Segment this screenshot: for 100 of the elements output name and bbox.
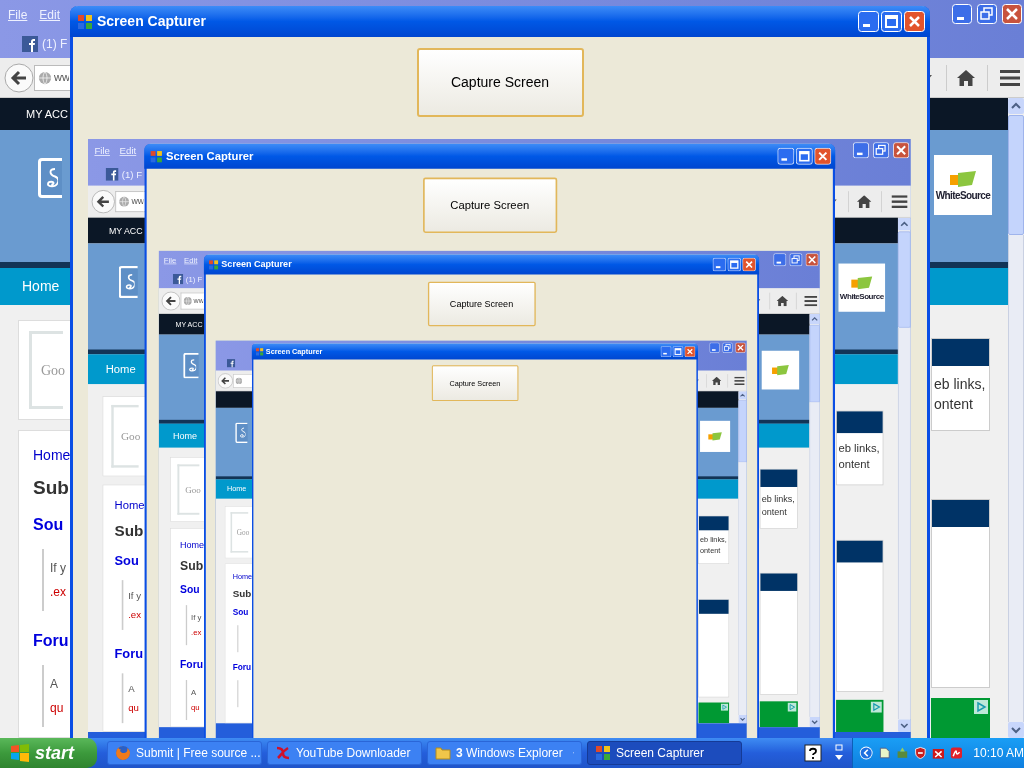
scroll-thumb[interactable] <box>738 400 747 463</box>
text-link[interactable]: .ex <box>128 607 142 622</box>
capture-screen-button[interactable]: Capture Screen <box>422 177 557 233</box>
home-icon[interactable] <box>957 69 975 86</box>
close-button[interactable] <box>893 142 910 159</box>
breadcrumb-link[interactable]: Home <box>180 538 205 552</box>
nav-link[interactable]: Home <box>105 360 136 378</box>
scroll-down-button[interactable] <box>897 719 911 732</box>
close-button[interactable] <box>805 253 819 267</box>
back-button[interactable] <box>217 372 234 389</box>
taskbar-item[interactable]: 3 Windows Explorer <box>427 741 582 765</box>
back-button[interactable] <box>91 189 116 214</box>
ad-banner[interactable] <box>698 702 730 724</box>
text-link[interactable]: .ex <box>50 582 66 601</box>
scroll-down-button[interactable] <box>1008 722 1024 738</box>
address-field[interactable]: ww <box>115 190 144 212</box>
text-link[interactable]: qu <box>128 700 139 715</box>
close-button[interactable] <box>904 11 925 32</box>
sponsor-logo[interactable] <box>700 420 731 452</box>
sponsor-logo[interactable]: WhiteSource <box>934 155 992 215</box>
sidebar-text: eb links, <box>761 492 796 506</box>
scroll-thumb[interactable] <box>897 231 911 328</box>
minimize-button[interactable] <box>852 142 869 159</box>
search-box[interactable]: Goo <box>111 404 139 468</box>
site-logo[interactable] <box>38 158 62 198</box>
minimize-button[interactable] <box>709 342 720 353</box>
restore-button[interactable] <box>977 4 997 24</box>
search-box[interactable]: Goo <box>29 331 63 409</box>
maximize-button[interactable] <box>795 147 813 165</box>
menu-icon[interactable] <box>734 376 745 385</box>
minimize-button[interactable] <box>660 346 672 358</box>
sponsor-logo[interactable] <box>761 350 800 390</box>
menu-icon[interactable] <box>804 295 818 306</box>
reader-icon[interactable] <box>949 745 963 761</box>
ad-banner[interactable] <box>836 700 884 732</box>
site-logo[interactable] <box>235 422 248 444</box>
maximize-button[interactable] <box>672 346 684 358</box>
browser-icon <box>115 745 131 761</box>
paragraph-text: A <box>128 681 135 696</box>
note-icon[interactable] <box>878 745 892 761</box>
restore-button[interactable] <box>722 342 733 353</box>
site-logo[interactable] <box>183 352 199 379</box>
scroll-down-button[interactable] <box>738 714 747 724</box>
ad-choices-icon[interactable] <box>720 703 729 712</box>
menu-icon[interactable] <box>891 194 908 208</box>
home-icon[interactable] <box>776 295 789 306</box>
close-button[interactable] <box>742 257 756 272</box>
back-button[interactable] <box>161 291 181 311</box>
close-button[interactable] <box>1002 4 1022 24</box>
nav-link[interactable]: Home <box>172 428 198 443</box>
taskbar-item[interactable]: Screen Capturer <box>587 741 742 765</box>
ad-banner[interactable] <box>759 701 798 728</box>
menu-icon[interactable] <box>1000 69 1020 86</box>
scroll-thumb[interactable] <box>809 324 820 403</box>
restore-button[interactable] <box>789 253 803 267</box>
sponsor-logo[interactable]: WhiteSource <box>838 263 886 312</box>
minimize-button[interactable] <box>858 11 879 32</box>
back-button[interactable] <box>4 62 34 93</box>
maximize-button[interactable] <box>727 257 742 272</box>
ad-banner[interactable] <box>931 698 990 738</box>
card-header <box>699 599 729 614</box>
address-field[interactable] <box>233 373 252 388</box>
desktop-toolbar-icon[interactable] <box>834 744 844 762</box>
minimize-button[interactable] <box>773 253 787 267</box>
scroll-thumb[interactable] <box>1008 115 1024 235</box>
close-button[interactable] <box>684 346 696 358</box>
minimize-button[interactable] <box>952 4 972 24</box>
ad-choices-icon[interactable] <box>974 700 988 715</box>
scroll-down-button[interactable] <box>809 716 820 728</box>
page-heading: Sub <box>232 586 252 601</box>
tab-icon <box>172 273 184 285</box>
home-icon[interactable] <box>711 376 722 385</box>
taskbar-item[interactable]: YouTube Downloader <box>267 741 422 765</box>
minimize-button[interactable] <box>712 257 727 272</box>
breadcrumb-link[interactable]: Home <box>33 445 71 466</box>
show-hidden-icons-button[interactable] <box>859 744 874 762</box>
account-link[interactable]: MY ACC <box>108 223 143 238</box>
taskbar-item[interactable]: Submit | Free source ... <box>107 741 262 765</box>
ad-choices-icon[interactable] <box>870 701 882 714</box>
app-icon <box>208 259 219 270</box>
sidebar-text: ontent <box>934 395 974 414</box>
sponsor-mark-icon <box>707 431 723 442</box>
breadcrumb-link[interactable]: Home <box>114 496 145 514</box>
nav-link[interactable]: Home <box>22 276 60 297</box>
ad-choices-icon[interactable] <box>787 702 797 712</box>
text-link[interactable]: qu <box>50 698 64 717</box>
site-logo[interactable] <box>118 265 138 299</box>
minimize-button[interactable] <box>777 147 795 165</box>
restore-button[interactable] <box>873 142 890 159</box>
close-button[interactable] <box>814 147 832 165</box>
maximize-button[interactable] <box>881 11 902 32</box>
scroll-up-button[interactable] <box>897 217 911 231</box>
close-button[interactable] <box>735 342 746 353</box>
search-box[interactable]: Goo <box>177 464 200 515</box>
capture-screen-button[interactable]: Capture Screen <box>427 281 536 327</box>
home-icon[interactable] <box>856 194 872 208</box>
help-icon[interactable] <box>804 744 822 762</box>
start-button[interactable]: start <box>0 738 97 768</box>
account-link[interactable]: MY ACC <box>26 105 68 123</box>
shield-icon[interactable] <box>913 745 927 761</box>
